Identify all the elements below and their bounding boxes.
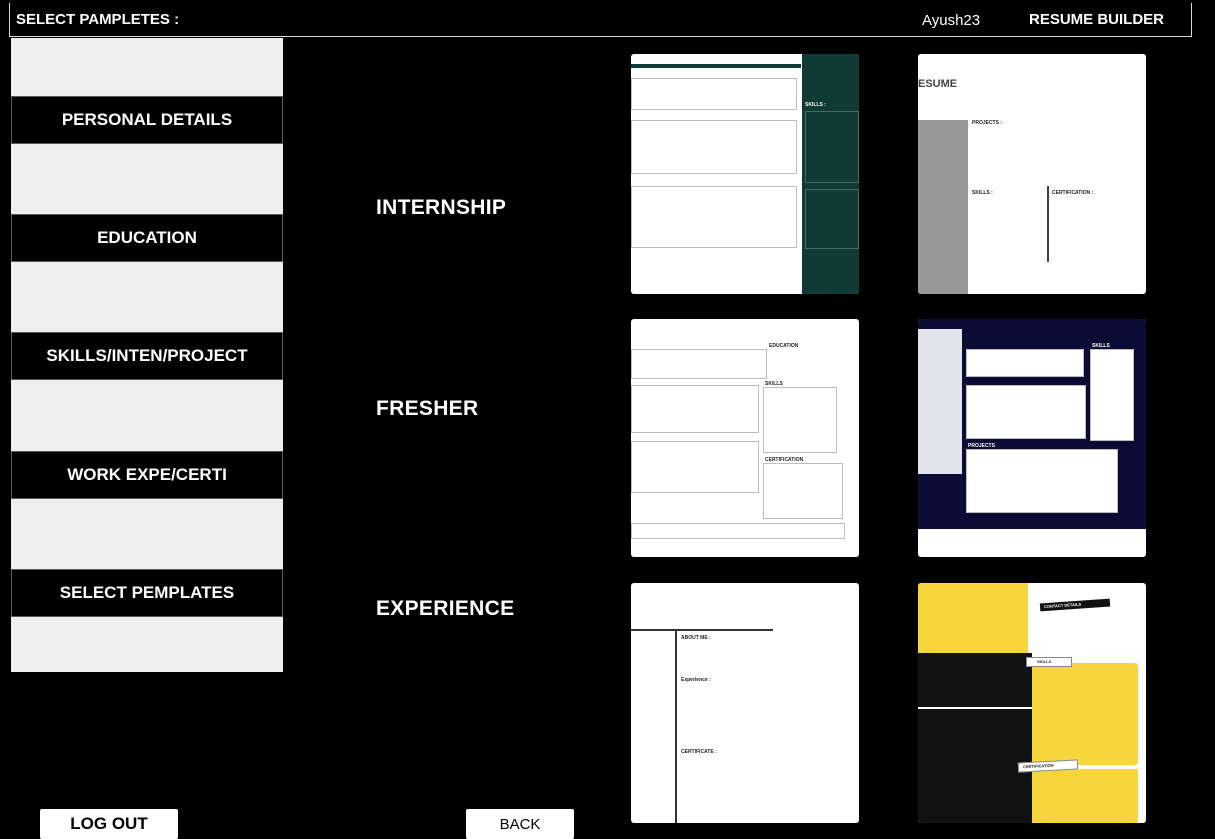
- sidebar-item-label: PERSONAL DETAILS: [61, 110, 233, 129]
- contact-label: CONTACT DETAILS: [1043, 601, 1082, 610]
- field-box: [631, 120, 797, 174]
- template-fresher-2[interactable]: SKILLS PROJECTS: [918, 319, 1146, 557]
- field-box: [631, 349, 767, 379]
- template-internship-1[interactable]: SKILLS :: [631, 54, 859, 294]
- field-box: [966, 385, 1086, 439]
- contact-ribbon: CONTACT DETAILS: [1039, 598, 1111, 612]
- sidebar-item-select-templates[interactable]: SELECT PEMPLATES: [11, 569, 283, 617]
- field-box: [631, 441, 759, 493]
- skills-tag: SKILLS: [1026, 657, 1072, 667]
- dark-block: [918, 653, 1032, 707]
- resume-heading: ESUME: [918, 78, 958, 90]
- dark-block: [918, 709, 1032, 823]
- about-label: ABOUT ME :: [681, 635, 711, 641]
- skills-box: [763, 387, 837, 453]
- sidebar-item-personal-details[interactable]: PERSONAL DETAILS: [11, 96, 283, 144]
- side-panel: [918, 329, 962, 474]
- skills-label: SKILLS: [1037, 659, 1052, 664]
- template-internship-2[interactable]: ESUME PROJECTS : SKILLS : CERTIFICATION …: [918, 54, 1146, 294]
- projects-box: [966, 449, 1118, 513]
- sidebar-item-work-experience[interactable]: WORK EXPE/CERTI: [11, 451, 283, 499]
- template-experience-1[interactable]: ABOUT ME : Experience : CERTIFICATE :: [631, 583, 859, 823]
- logout-button[interactable]: LOG OUT: [40, 809, 178, 839]
- timeline-line: [1047, 186, 1049, 262]
- sidebar-item-label: SKILLS/INTEN/PROJECT: [46, 346, 248, 365]
- certification-panel: [1032, 769, 1138, 823]
- certification-label: CERTIFICATION :: [1052, 190, 1094, 196]
- sidebar-item-education[interactable]: EDUCATION: [11, 214, 283, 262]
- experience-label: Experience :: [681, 677, 711, 683]
- page-title: SELECT PAMPLETES :: [16, 11, 180, 28]
- certificate-label: CERTIFICATE :: [681, 749, 717, 755]
- field-box: [631, 78, 797, 110]
- skills-box: [805, 111, 859, 183]
- user-name: Ayush23: [922, 12, 981, 29]
- field-box: [805, 189, 859, 249]
- certification-label: CERTIFICATION: [1022, 762, 1054, 770]
- back-label: BACK: [499, 815, 541, 833]
- field-box: [631, 523, 845, 539]
- skills-box: [1090, 349, 1134, 441]
- yellow-block: [918, 583, 1028, 653]
- template-fresher-1[interactable]: EDUCATION SKILLS CERTIFICATION: [631, 319, 859, 557]
- certification-box: [763, 463, 843, 519]
- sidebar-item-skills[interactable]: SKILLS/INTEN/PROJECT: [11, 332, 283, 380]
- category-experience: EXPERIENCE: [376, 597, 515, 620]
- field-box: [631, 385, 759, 433]
- logout-label: LOG OUT: [70, 814, 148, 833]
- header-rule: [631, 64, 801, 68]
- template-experience-2[interactable]: CONTACT DETAILS SKILLS CERTIFICATION: [918, 583, 1146, 823]
- category-internship: INTERNSHIP: [376, 196, 507, 219]
- sidebar-item-label: WORK EXPE/CERTI: [67, 465, 227, 484]
- skills-label: SKILLS :: [805, 102, 826, 108]
- skills-label: SKILLS: [1092, 343, 1110, 349]
- sidebar-item-label: EDUCATION: [97, 228, 197, 247]
- field-box: [631, 186, 797, 248]
- field-box: [966, 349, 1084, 377]
- skills-label: SKILLS :: [972, 190, 993, 196]
- skills-panel: [1032, 663, 1138, 765]
- projects-label: PROJECTS: [968, 443, 995, 449]
- education-label: EDUCATION: [769, 343, 799, 349]
- side-panel: [918, 120, 968, 294]
- projects-label: PROJECTS :: [972, 120, 1003, 126]
- header-rule: [631, 629, 773, 631]
- column-divider: [675, 631, 677, 823]
- sidebar-item-label: SELECT PEMPLATES: [59, 583, 235, 602]
- top-bar: SELECT PAMPLETES : Ayush23 RESUME BUILDE…: [9, 3, 1192, 37]
- category-fresher: FRESHER: [376, 397, 479, 420]
- brand-title: RESUME BUILDER: [1029, 11, 1165, 28]
- back-button[interactable]: BACK: [466, 809, 574, 839]
